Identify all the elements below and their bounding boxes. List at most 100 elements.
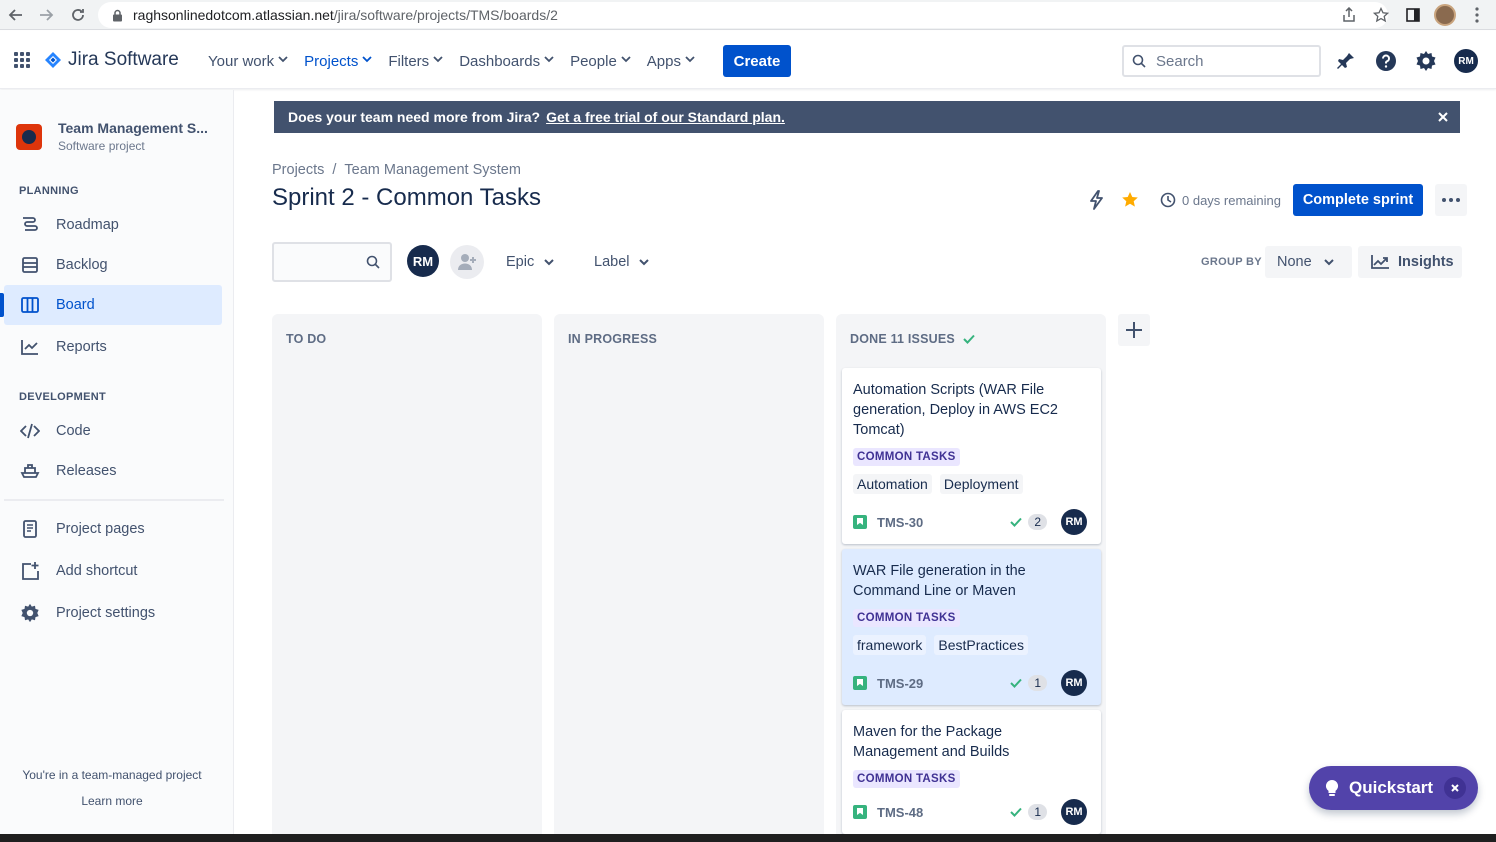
issue-card[interactable]: Maven for the Package Management and Bui… (842, 710, 1101, 834)
sidebar-item-releases[interactable]: Releases (4, 451, 222, 491)
board-search-input[interactable] (272, 242, 392, 282)
more-actions-icon[interactable] (1435, 184, 1467, 216)
assignee-filter-avatar[interactable]: RM (407, 245, 439, 277)
project-pages-icon (20, 519, 40, 539)
issue-label: framework (853, 635, 927, 655)
search-input[interactable]: Search (1122, 45, 1321, 77)
column-todo: TO DO (272, 314, 542, 834)
sidebar-item-label: Project settings (56, 605, 156, 621)
back-icon[interactable] (2, 1, 30, 29)
nav-your-work[interactable]: Your work (200, 45, 296, 77)
help-icon[interactable] (1370, 45, 1402, 77)
done-check-icon (1010, 517, 1023, 527)
star-icon[interactable] (1114, 184, 1146, 216)
automation-bolt-icon[interactable] (1080, 184, 1112, 216)
forward-icon[interactable] (32, 1, 60, 29)
project-header[interactable]: Team Management S... Software project (16, 120, 218, 153)
project-name: Team Management S... (58, 120, 208, 136)
issue-labels: framework BestPractices (853, 635, 1089, 655)
create-button[interactable]: Create (723, 45, 791, 77)
sidebar-item-reports[interactable]: Reports (4, 327, 222, 367)
epic-lozenge: COMMON TASKS (853, 770, 960, 788)
url-path: /jira/software/projects/TMS/boards/2 (333, 7, 558, 23)
sidebar-item-board[interactable]: Board (0, 285, 222, 325)
chevron-down-icon (433, 56, 443, 66)
issue-key[interactable]: TMS-48 (877, 805, 923, 820)
add-people-icon[interactable] (450, 245, 484, 279)
jira-logo[interactable]: Jira Software (44, 49, 179, 71)
issue-labels: Automation Deployment (853, 474, 1089, 494)
label-filter-label: Label (594, 254, 630, 270)
epic-filter-label: Epic (506, 254, 535, 270)
epic-lozenge: COMMON TASKS (853, 609, 960, 627)
issue-footer: TMS-30 2 RM (853, 509, 1087, 535)
sidebar-item-label: Code (56, 423, 91, 439)
address-bar[interactable]: raghsonlinedotcom.atlassian.net/jira/sof… (98, 2, 1388, 28)
column-title: IN PROGRESS (568, 332, 658, 346)
reload-icon[interactable] (64, 1, 92, 29)
done-check-icon (1010, 807, 1023, 817)
epic-filter-dropdown[interactable]: Epic (506, 246, 554, 278)
subtask-count: 2 (1028, 514, 1047, 530)
add-column-icon[interactable] (1118, 314, 1150, 346)
notifications-icon[interactable] (1330, 45, 1362, 77)
chevron-down-icon (621, 56, 631, 66)
app-switcher-icon[interactable] (10, 48, 34, 72)
side-panel-icon[interactable] (1400, 2, 1426, 28)
insights-button[interactable]: Insights (1358, 246, 1462, 278)
banner-trial-link[interactable]: Get a free trial of our Standard plan. (546, 109, 785, 125)
browser-menu-icon[interactable] (1464, 2, 1490, 28)
assignee-avatar[interactable]: RM (1061, 799, 1087, 825)
search-icon (1132, 54, 1146, 68)
sidebar-item-project-settings[interactable]: Project settings (4, 593, 222, 633)
sidebar-item-code[interactable]: Code (4, 411, 222, 451)
assignee-initials: RM (407, 245, 439, 277)
backlog-icon (20, 255, 40, 275)
profile-avatar[interactable] (1432, 2, 1458, 28)
sidebar-item-label: Backlog (56, 257, 108, 273)
complete-sprint-button[interactable]: Complete sprint (1293, 184, 1423, 216)
upgrade-banner: Does your team need more from Jira? Get … (274, 101, 1460, 133)
project-type: Software project (58, 139, 145, 153)
bookmark-star-icon[interactable] (1368, 2, 1394, 28)
nav-label: Your work (208, 52, 275, 70)
issue-card[interactable]: Automation Scripts (WAR File generation,… (842, 368, 1101, 544)
sidebar-item-add-shortcut[interactable]: Add shortcut (4, 551, 222, 591)
remaining-text: 0 days remaining (1182, 192, 1281, 208)
story-icon (853, 676, 867, 690)
close-icon[interactable] (1436, 110, 1450, 124)
nav-filters[interactable]: Filters (380, 45, 451, 77)
close-icon[interactable] (1444, 777, 1466, 799)
learn-more-link[interactable]: Learn more (0, 794, 224, 808)
subtask-count: 1 (1028, 804, 1047, 820)
assignee-avatar[interactable]: RM (1061, 670, 1087, 696)
label-filter-dropdown[interactable]: Label (594, 246, 650, 278)
issue-key[interactable]: TMS-29 (877, 676, 923, 691)
user-avatar[interactable]: RM (1450, 45, 1482, 77)
nav-people[interactable]: People (562, 45, 639, 77)
user-avatar-initials: RM (1454, 49, 1478, 73)
breadcrumb-projects[interactable]: Projects (272, 162, 324, 178)
group-by-dropdown[interactable]: None (1265, 246, 1352, 278)
settings-gear-icon[interactable] (1410, 45, 1442, 77)
sidebar-item-label: Add shortcut (56, 563, 138, 579)
share-icon[interactable] (1336, 2, 1362, 28)
sidebar-item-backlog[interactable]: Backlog (4, 245, 222, 285)
issue-card[interactable]: WAR File generation in the Command Line … (842, 549, 1101, 705)
logo-text: Jira Software (68, 49, 179, 70)
nav-dashboards[interactable]: Dashboards (451, 45, 562, 77)
breadcrumb-separator: / (332, 162, 337, 178)
breadcrumb-project[interactable]: Team Management System (344, 162, 521, 178)
issue-key[interactable]: TMS-30 (877, 515, 923, 530)
sidebar-item-project-pages[interactable]: Project pages (4, 509, 222, 549)
chevron-down-icon (685, 56, 695, 66)
sidebar-item-roadmap[interactable]: Roadmap (4, 205, 222, 245)
reports-icon (20, 337, 40, 357)
nav-apps[interactable]: Apps (639, 45, 703, 77)
nav-projects[interactable]: Projects (296, 45, 380, 77)
url-host: raghsonlinedotcom.atlassian.net (133, 7, 334, 23)
quickstart-button[interactable]: Quickstart (1309, 766, 1478, 810)
assignee-avatar[interactable]: RM (1061, 509, 1087, 535)
banner-text: Does your team need more from Jira? (288, 109, 541, 125)
chevron-down-icon (544, 56, 554, 66)
